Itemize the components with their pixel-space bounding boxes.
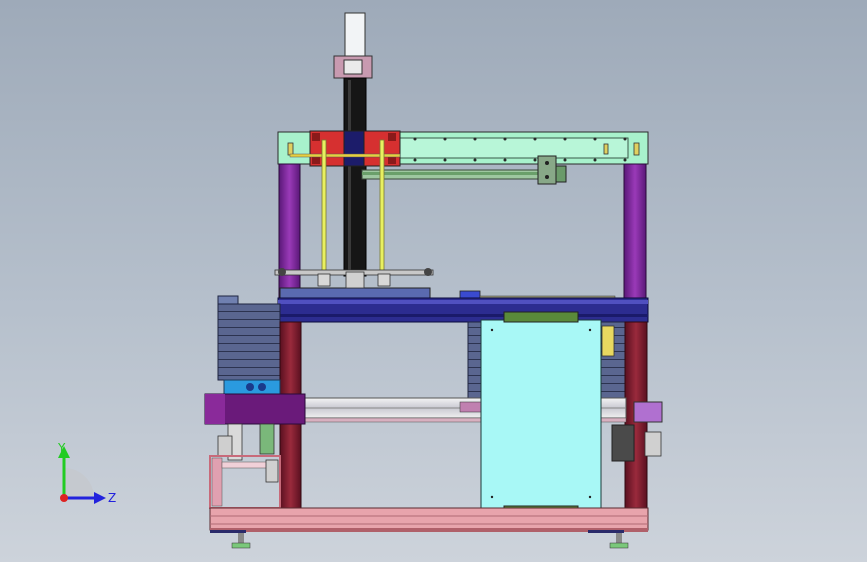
cad-viewport[interactable]: Y Z [0,0,867,562]
y-axis-label: Y [57,441,66,455]
left-support-frame [209,455,281,509]
work-table[interactable] [277,297,649,323]
z-axis-platform[interactable] [274,268,616,300]
x-axis-dot [60,494,68,502]
axis-triad: Y Z [57,441,116,505]
left-plate-stack[interactable] [217,295,281,381]
upper-frame-posts[interactable] [278,163,647,299]
moving-panel[interactable] [480,311,602,517]
machine-assembly-front-view[interactable] [0,0,867,562]
z-axis-label: Z [108,491,116,505]
base-beam[interactable] [209,507,649,532]
leveling-feet [210,530,629,549]
